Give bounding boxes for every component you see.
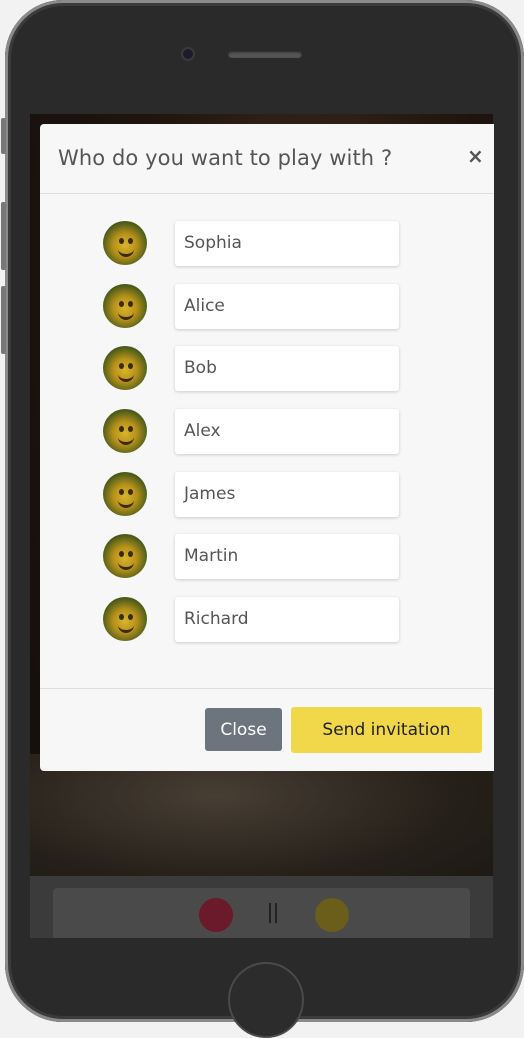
- game-controls-panel: [53, 888, 470, 938]
- camera-icon: [183, 49, 193, 59]
- player-name-field[interactable]: Alex: [175, 409, 399, 454]
- list-item[interactable]: Alex: [40, 409, 494, 455]
- avatar: [103, 284, 147, 328]
- dialog-title: Who do you want to play with ?: [58, 146, 393, 170]
- pause-icon[interactable]: [269, 903, 279, 923]
- list-item[interactable]: Sophia: [40, 221, 494, 267]
- invite-dialog: Who do you want to play with ? × Sophia …: [40, 124, 494, 771]
- avatar: [103, 221, 147, 265]
- avatar: [103, 534, 147, 578]
- close-button[interactable]: Close: [205, 708, 282, 751]
- phone-mute-switch: [1, 118, 6, 154]
- player-name-field[interactable]: Alice: [175, 284, 399, 329]
- player-name-field[interactable]: James: [175, 472, 399, 517]
- game-controls-bar: [30, 876, 493, 938]
- player-yellow-token[interactable]: [315, 898, 349, 932]
- list-item[interactable]: Alice: [40, 284, 494, 330]
- avatar: [103, 597, 147, 641]
- player-name-field[interactable]: Sophia: [175, 221, 399, 266]
- phone-volume-down: [1, 286, 6, 354]
- home-button[interactable]: [228, 962, 304, 1038]
- avatar: [103, 409, 147, 453]
- avatar: [103, 346, 147, 390]
- send-invitation-button[interactable]: Send invitation: [291, 707, 482, 753]
- player-name-field[interactable]: Bob: [175, 346, 399, 391]
- speaker-grille: [228, 51, 302, 58]
- list-item[interactable]: Bob: [40, 346, 494, 392]
- player-red-token[interactable]: [199, 898, 233, 932]
- phone-volume-up: [1, 202, 6, 270]
- dialog-footer: Close Send invitation: [40, 688, 494, 772]
- avatar: [103, 472, 147, 516]
- dialog-header: Who do you want to play with ? ×: [40, 124, 494, 194]
- player-name-field[interactable]: Richard: [175, 597, 399, 642]
- list-item[interactable]: Richard: [40, 597, 494, 643]
- player-name-field[interactable]: Martin: [175, 534, 399, 579]
- list-item[interactable]: Martin: [40, 534, 494, 580]
- list-item[interactable]: James: [40, 472, 494, 518]
- close-icon[interactable]: ×: [467, 144, 484, 168]
